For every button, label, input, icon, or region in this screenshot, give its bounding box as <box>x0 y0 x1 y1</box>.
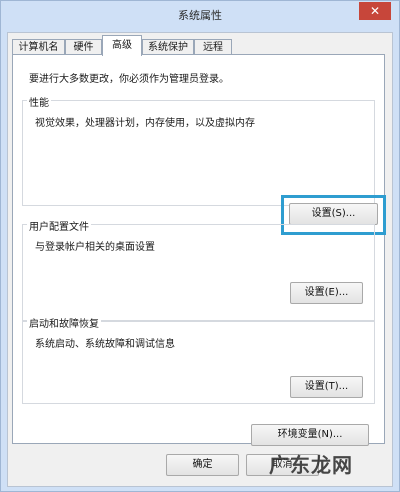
user-profiles-desc: 与登录帐户相关的桌面设置 <box>35 242 155 253</box>
watermark-logo: 广东龙网 <box>269 453 353 477</box>
performance-desc: 视觉效果，处理器计划，内存使用，以及虚拟内存 <box>35 118 255 129</box>
advanced-panel: 要进行大多数更改，你必须作为管理员登录。 性能 视觉效果，处理器计划，内存使用，… <box>12 54 386 446</box>
user-profiles-group: 用户配置文件 与登录帐户相关的桌面设置 <box>22 218 375 321</box>
performance-title: 性能 <box>27 94 51 109</box>
ok-button[interactable]: 确定 <box>166 454 239 476</box>
startup-recovery-title: 启动和故障恢复 <box>27 315 101 330</box>
tab-system-protection[interactable]: 系统保护 <box>142 39 194 55</box>
dialog-client: 计算机名 硬件 高级 系统保护 远程 要进行大多数更改，你必须作为管理员登录。 … <box>7 32 393 487</box>
user-profiles-title: 用户配置文件 <box>27 218 91 233</box>
close-button[interactable]: ✕ <box>359 2 391 20</box>
system-properties-window: 系统属性 ✕ 计算机名 硬件 高级 系统保护 远程 要进行大多数更改，你必须作为… <box>0 0 400 492</box>
admin-notice: 要进行大多数更改，你必须作为管理员登录。 <box>29 74 229 85</box>
title-bar[interactable]: 系统属性 ✕ <box>1 1 399 29</box>
tab-remote[interactable]: 远程 <box>194 39 232 55</box>
startup-recovery-settings-button[interactable]: 设置(T)... <box>290 376 363 398</box>
window-title: 系统属性 <box>178 9 222 22</box>
environment-variables-button[interactable]: 环境变量(N)... <box>251 424 369 446</box>
startup-recovery-desc: 系统启动、系统故障和调试信息 <box>35 339 175 350</box>
tab-advanced[interactable]: 高级 <box>102 35 142 56</box>
performance-group: 性能 视觉效果，处理器计划，内存使用，以及虚拟内存 <box>22 94 375 206</box>
tab-computer-name[interactable]: 计算机名 <box>12 39 65 55</box>
close-icon: ✕ <box>369 4 381 18</box>
user-profiles-settings-button[interactable]: 设置(E)... <box>290 282 363 304</box>
tab-hardware[interactable]: 硬件 <box>65 39 102 55</box>
